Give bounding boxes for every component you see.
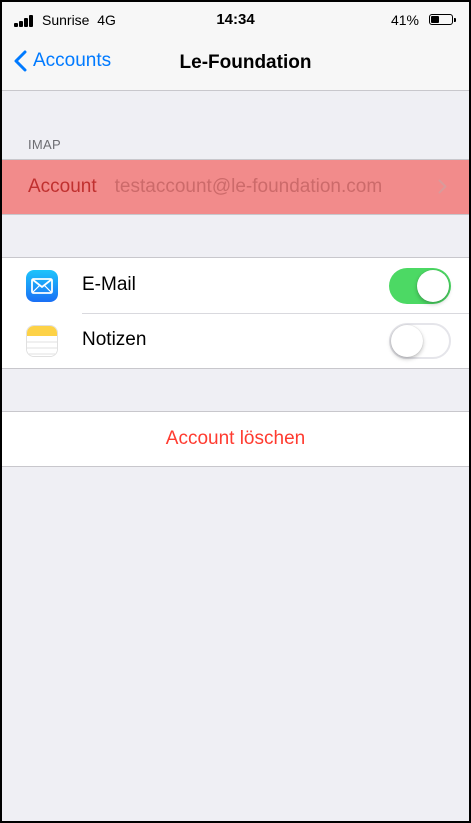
service-label-notes: Notizen: [82, 329, 147, 350]
account-label: Account: [28, 176, 97, 197]
service-row-mail: E-Mail: [2, 258, 469, 314]
settings-screen: Sunrise 4G 14:34 41% Accounts Le-Foundat…: [0, 0, 471, 823]
account-value: testaccount@le-foundation.com: [114, 176, 383, 197]
mail-toggle[interactable]: [389, 268, 451, 304]
notes-icon: [26, 325, 58, 357]
services-group: E-Mail Notizen: [2, 257, 469, 369]
imap-section-header: IMAP: [28, 137, 61, 152]
mail-icon: [26, 270, 58, 302]
battery-icon: [429, 14, 456, 25]
page-title: Le-Foundation: [179, 52, 312, 73]
account-row[interactable]: Account testaccount@le-foundation.com: [2, 159, 469, 215]
notes-toggle[interactable]: [389, 323, 451, 359]
delete-account-label: Account löschen: [165, 428, 306, 449]
delete-account-button[interactable]: Account löschen: [2, 411, 469, 467]
navigation-bar: Accounts Le-Foundation: [2, 38, 469, 91]
battery-percentage: 41%: [390, 12, 419, 28]
service-row-notes: Notizen: [2, 313, 469, 368]
status-bar: Sunrise 4G 14:34 41%: [2, 2, 469, 38]
chevron-right-icon: [438, 179, 447, 194]
service-label-mail: E-Mail: [82, 274, 136, 295]
